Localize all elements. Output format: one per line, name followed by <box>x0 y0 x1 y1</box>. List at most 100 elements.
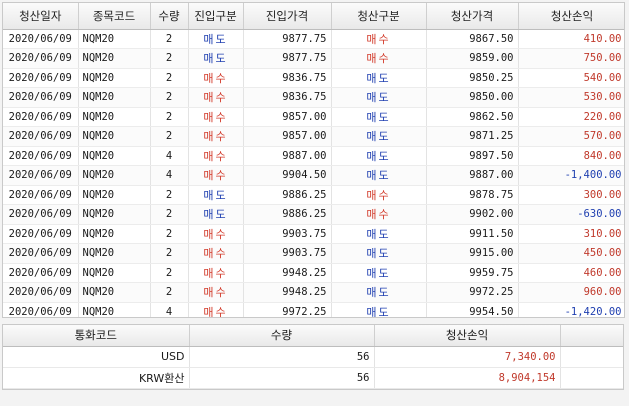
entry-side-cell: 매수 <box>188 126 244 147</box>
close-date-cell: 2020/06/09 <box>3 87 79 108</box>
entry-side-cell: 매수 <box>188 224 244 244</box>
symbol-cell: NQM20 <box>78 165 151 186</box>
exit-side-cell: 매도 <box>331 107 427 127</box>
entry-price-cell: 9904.50 <box>243 165 332 186</box>
pnl-cell: 540.00 <box>518 68 624 88</box>
col-header-filler <box>560 325 623 347</box>
close-date-cell: 2020/06/09 <box>3 126 79 147</box>
exit-side-cell: 매도 <box>331 165 427 186</box>
table-row[interactable]: 2020/06/09 NQM20 2 매수 9903.75 매도 9915.00 450.00 <box>3 243 624 264</box>
entry-price-cell: 9877.75 <box>243 48 332 69</box>
quantity-cell: 2 <box>150 185 189 205</box>
exit-side-cell: 매도 <box>331 263 427 283</box>
symbol-cell: NQM20 <box>78 29 151 49</box>
col-header-entry-price[interactable]: 진입가격 <box>243 3 332 30</box>
close-date-cell: 2020/06/09 <box>3 29 79 49</box>
close-date-cell: 2020/06/09 <box>3 165 79 186</box>
summary-table: 통화코드 수량 청산손익 USD 56 7,340.00 KRW환산 56 8,904,1… <box>3 325 623 389</box>
pnl-cell: 220.00 <box>518 107 624 127</box>
table-row[interactable]: 2020/06/09 NQM20 2 매도 9877.75 매수 9859.00 750.00 <box>3 48 624 69</box>
trade-table: 청산일자 종목코드 수량 진입구분 진입가격 청산구분 청산가격 청산손익 20… <box>3 3 624 317</box>
entry-price-cell: 9972.25 <box>243 302 332 317</box>
summary-pnl-cell: 7,340.00 <box>374 346 561 368</box>
exit-side-cell: 매도 <box>331 126 427 147</box>
col-header-close-date[interactable]: 청산일자 <box>3 3 79 30</box>
entry-price-cell: 9948.25 <box>243 282 332 303</box>
table-row[interactable]: 2020/06/09 NQM20 2 매수 9948.25 매도 9972.25 960.00 <box>3 282 624 303</box>
quantity-cell: 4 <box>150 302 189 317</box>
entry-side-cell: 매도 <box>188 185 244 205</box>
close-date-cell: 2020/06/09 <box>3 282 79 303</box>
close-date-cell: 2020/06/09 <box>3 107 79 127</box>
table-row[interactable]: 2020/06/09 NQM20 2 매도 9886.25 매수 9902.00 -630.0… <box>3 204 624 225</box>
exit-side-cell: 매도 <box>331 282 427 303</box>
summary-quantity-cell: 56 <box>189 346 375 368</box>
close-date-cell: 2020/06/09 <box>3 204 79 225</box>
table-row[interactable]: 2020/06/09 NQM20 2 매도 9877.75 매수 9867.50 410.00 <box>3 29 624 49</box>
col-header-summary-pnl[interactable]: 청산손익 <box>374 325 561 347</box>
symbol-cell: NQM20 <box>78 146 151 166</box>
quantity-cell: 2 <box>150 87 189 108</box>
table-row[interactable]: 2020/06/09 NQM20 2 매수 9836.75 매도 9850.00 530.00 <box>3 87 624 108</box>
symbol-cell: NQM20 <box>78 302 151 317</box>
col-header-pnl[interactable]: 청산손익 <box>518 3 624 30</box>
trade-history-panel: 청산일자 종목코드 수량 진입구분 진입가격 청산구분 청산가격 청산손익 20… <box>0 0 629 406</box>
summary-row[interactable]: USD 56 7,340.00 <box>3 346 623 368</box>
exit-side-cell: 매도 <box>331 146 427 166</box>
pnl-cell: -1,420.00 <box>518 302 624 317</box>
symbol-cell: NQM20 <box>78 224 151 244</box>
quantity-cell: 4 <box>150 146 189 166</box>
table-row[interactable]: 2020/06/09 NQM20 2 매수 9903.75 매도 9911.50 310.00 <box>3 224 624 244</box>
close-date-cell: 2020/06/09 <box>3 224 79 244</box>
entry-price-cell: 9887.00 <box>243 146 332 166</box>
pnl-cell: 570.00 <box>518 126 624 147</box>
entry-price-cell: 9836.75 <box>243 87 332 108</box>
table-row[interactable]: 2020/06/09 NQM20 2 매수 9857.00 매도 9862.50 220.00 <box>3 107 624 127</box>
entry-price-cell: 9836.75 <box>243 68 332 88</box>
close-date-cell: 2020/06/09 <box>3 48 79 69</box>
summary-row[interactable]: KRW환산 56 8,904,154 <box>3 367 623 389</box>
table-row[interactable]: 2020/06/09 NQM20 4 매수 9904.50 매도 9887.00 -1,400… <box>3 165 624 186</box>
col-header-quantity[interactable]: 수량 <box>150 3 189 30</box>
exit-price-cell: 9867.50 <box>426 29 519 49</box>
exit-side-cell: 매도 <box>331 243 427 264</box>
exit-side-cell: 매수 <box>331 185 427 205</box>
currency-cell: KRW환산 <box>3 367 190 389</box>
table-row[interactable]: 2020/06/09 NQM20 2 매수 9836.75 매도 9850.25 540.00 <box>3 68 624 88</box>
summary-table-body: USD 56 7,340.00 KRW환산 56 8,904,154 <box>3 346 623 389</box>
col-header-exit-side[interactable]: 청산구분 <box>331 3 427 30</box>
col-header-entry-side[interactable]: 진입구분 <box>188 3 244 30</box>
entry-side-cell: 매수 <box>188 282 244 303</box>
table-row[interactable]: 2020/06/09 NQM20 4 매수 9887.00 매도 9897.50 840.00 <box>3 146 624 166</box>
entry-price-cell: 9857.00 <box>243 107 332 127</box>
table-row[interactable]: 2020/06/09 NQM20 2 매수 9857.00 매도 9871.25 570.00 <box>3 126 624 147</box>
entry-price-cell: 9886.25 <box>243 185 332 205</box>
summary-grid[interactable]: 통화코드 수량 청산손익 USD 56 7,340.00 KRW환산 56 8,904,1… <box>2 324 624 390</box>
close-date-cell: 2020/06/09 <box>3 146 79 166</box>
symbol-cell: NQM20 <box>78 107 151 127</box>
col-header-exit-price[interactable]: 청산가격 <box>426 3 519 30</box>
exit-side-cell: 매수 <box>331 48 427 69</box>
pnl-cell: 530.00 <box>518 87 624 108</box>
pnl-cell: 960.00 <box>518 282 624 303</box>
entry-side-cell: 매도 <box>188 48 244 69</box>
col-header-summary-quantity[interactable]: 수량 <box>189 325 375 347</box>
pnl-cell: 840.00 <box>518 146 624 166</box>
col-header-currency[interactable]: 통화코드 <box>3 325 190 347</box>
table-row[interactable]: 2020/06/09 NQM20 2 매수 9948.25 매도 9959.75 460.00 <box>3 263 624 283</box>
trade-table-header: 청산일자 종목코드 수량 진입구분 진입가격 청산구분 청산가격 청산손익 <box>3 3 624 30</box>
quantity-cell: 2 <box>150 126 189 147</box>
symbol-cell: NQM20 <box>78 185 151 205</box>
symbol-cell: NQM20 <box>78 243 151 264</box>
entry-side-cell: 매도 <box>188 204 244 225</box>
trade-grid[interactable]: 청산일자 종목코드 수량 진입구분 진입가격 청산구분 청산가격 청산손익 20… <box>2 2 625 318</box>
entry-side-cell: 매수 <box>188 302 244 317</box>
trade-table-body: 2020/06/09 NQM20 2 매도 9877.75 매수 9867.50 410.00… <box>3 29 624 317</box>
table-row[interactable]: 2020/06/09 NQM20 2 매도 9886.25 매수 9878.75 300.00 <box>3 185 624 205</box>
currency-cell: USD <box>3 346 190 368</box>
table-row[interactable]: 2020/06/09 NQM20 4 매수 9972.25 매도 9954.50 -1,420… <box>3 302 624 317</box>
symbol-cell: NQM20 <box>78 126 151 147</box>
exit-side-cell: 매도 <box>331 68 427 88</box>
summary-quantity-cell: 56 <box>189 367 375 389</box>
col-header-symbol[interactable]: 종목코드 <box>78 3 151 30</box>
